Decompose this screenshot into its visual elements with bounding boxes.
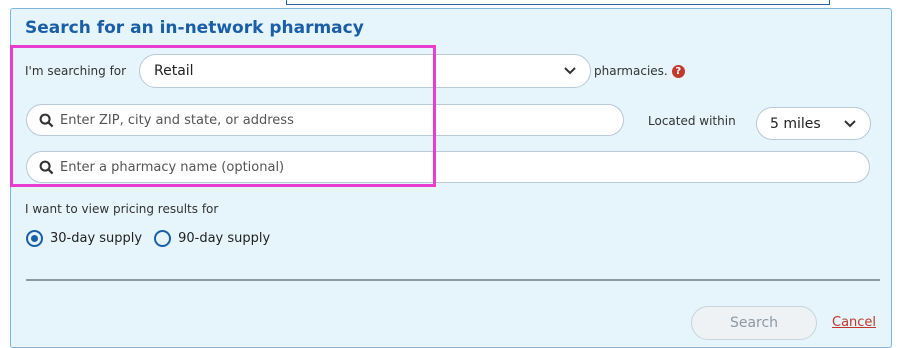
pricing-label: I want to view pricing results for xyxy=(25,202,219,216)
chevron-down-icon xyxy=(844,119,856,127)
radio-90-day[interactable] xyxy=(154,230,172,247)
radio-90-day-label[interactable]: 90-day supply xyxy=(178,231,270,246)
pharmacy-search-panel: Search for an in-network pharmacy I'm se… xyxy=(10,8,892,348)
search-icon xyxy=(39,113,54,127)
pharmacy-name-input[interactable]: Enter a pharmacy name (optional) xyxy=(26,151,870,183)
searching-for-label: I'm searching for xyxy=(25,64,127,78)
located-within-label: Located within xyxy=(648,114,736,128)
location-placeholder: Enter ZIP, city and state, or address xyxy=(60,112,294,128)
help-icon[interactable]: ? xyxy=(671,65,685,78)
supply-radio-group: 30-day supply 90-day supply xyxy=(26,230,282,247)
radio-30-day-label[interactable]: 30-day supply xyxy=(50,231,142,246)
location-search-input[interactable]: Enter ZIP, city and state, or address xyxy=(26,104,624,136)
chevron-down-icon xyxy=(564,67,576,75)
distance-select[interactable]: 5 miles xyxy=(756,107,871,140)
divider xyxy=(26,279,880,281)
cancel-link[interactable]: Cancel xyxy=(832,315,876,330)
top-strip xyxy=(286,0,830,5)
pharmacy-type-value: Retail xyxy=(154,63,194,79)
pharmacies-suffix: pharmacies. xyxy=(594,64,668,78)
distance-value: 5 miles xyxy=(770,115,821,132)
panel-title: Search for an in-network pharmacy xyxy=(25,18,364,38)
pharmacies-suffix-wrap: pharmacies.? xyxy=(594,64,685,78)
radio-30-day[interactable] xyxy=(26,230,43,247)
search-icon xyxy=(39,160,54,174)
pharmacy-name-placeholder: Enter a pharmacy name (optional) xyxy=(60,159,285,175)
pharmacy-type-select[interactable]: Retail xyxy=(139,54,591,88)
